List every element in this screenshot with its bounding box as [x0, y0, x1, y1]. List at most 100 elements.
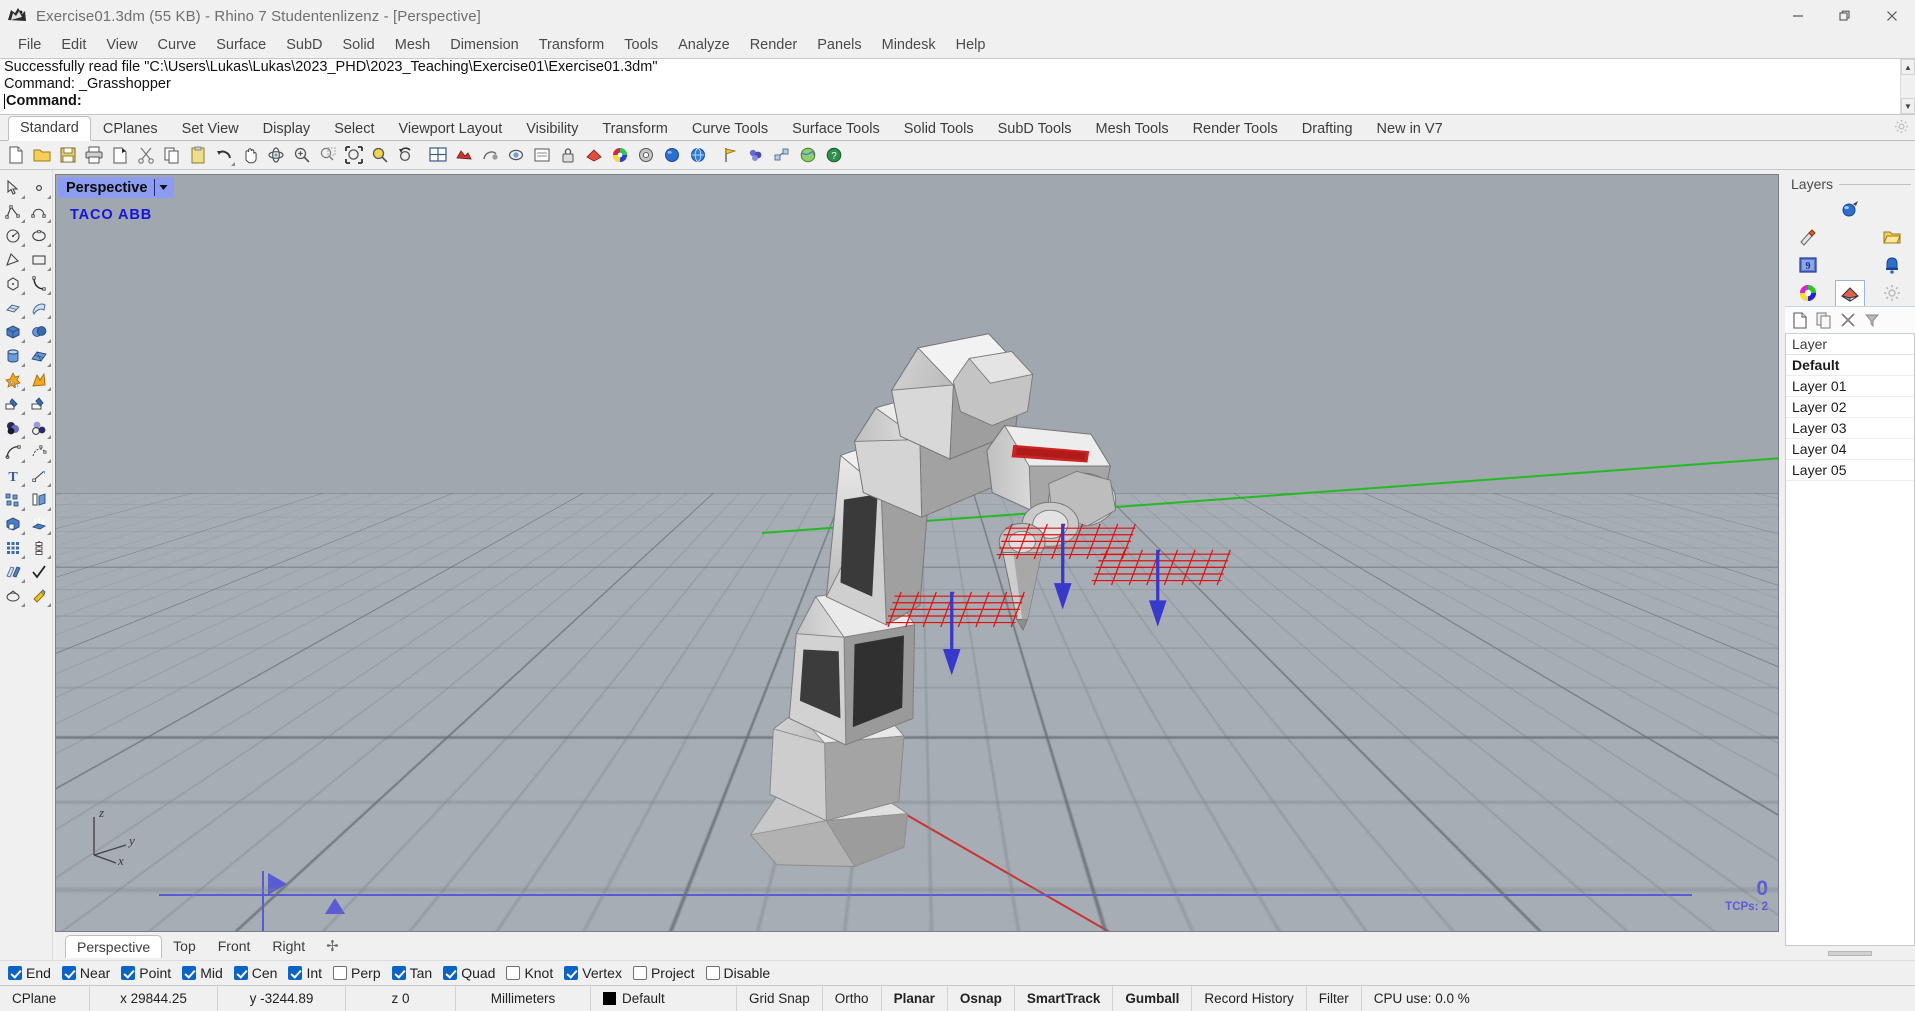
- osnap-int-checkbox[interactable]: [288, 966, 303, 980]
- copy-icon[interactable]: [160, 143, 184, 167]
- filter-layer-icon[interactable]: [1861, 310, 1883, 330]
- menu-panels[interactable]: Panels: [807, 34, 871, 56]
- menu-view[interactable]: View: [96, 34, 147, 56]
- layer-row-05[interactable]: Layer 05: [1786, 460, 1914, 481]
- osnap-point-checkbox[interactable]: [121, 966, 136, 980]
- help-icon[interactable]: ?: [822, 143, 846, 167]
- tab-subd-tools[interactable]: SubD Tools: [986, 117, 1084, 141]
- menu-curve[interactable]: Curve: [148, 34, 207, 56]
- layer-row-02[interactable]: Layer 02: [1786, 397, 1914, 418]
- analyze-icon[interactable]: [0, 584, 26, 608]
- zoom-in-icon[interactable]: [290, 143, 314, 167]
- copy-to-clipboard-icon[interactable]: [108, 143, 132, 167]
- zoom-window-icon[interactable]: [316, 143, 340, 167]
- tab-cplanes[interactable]: CPlanes: [91, 117, 170, 141]
- earth-render-icon[interactable]: [796, 143, 820, 167]
- osnap-vertex-checkbox[interactable]: [564, 966, 579, 980]
- status-toggle-filter[interactable]: Filter: [1307, 986, 1362, 1011]
- curve-blend-icon[interactable]: [26, 272, 52, 296]
- surface-sweep-icon[interactable]: [26, 296, 52, 320]
- tab-surface-tools[interactable]: Surface Tools: [780, 117, 892, 141]
- move-copy-icon[interactable]: [26, 488, 52, 512]
- notification-bell-icon[interactable]: [1877, 252, 1907, 278]
- tab-mesh-tools[interactable]: Mesh Tools: [1084, 117, 1181, 141]
- tab-transform[interactable]: Transform: [590, 117, 680, 141]
- osnap-disable[interactable]: Disable: [705, 965, 770, 981]
- lock-icon[interactable]: [556, 143, 580, 167]
- point-icon[interactable]: [26, 176, 52, 200]
- new-file-icon[interactable]: [4, 143, 28, 167]
- ellipse-icon[interactable]: [26, 224, 52, 248]
- view-tab-right[interactable]: Right: [261, 935, 316, 957]
- menu-edit[interactable]: Edit: [51, 34, 96, 56]
- surface-from-points-icon[interactable]: [0, 296, 26, 320]
- osnap-near-checkbox[interactable]: [61, 966, 76, 980]
- split-icon[interactable]: [26, 392, 52, 416]
- viewport-layout-icon[interactable]: [426, 143, 450, 167]
- array-along-curve-icon[interactable]: [26, 536, 52, 560]
- command-prompt-row[interactable]: Command:: [4, 93, 1915, 110]
- solid-union-icon[interactable]: [0, 512, 26, 536]
- osnap-quad-checkbox[interactable]: [443, 966, 458, 980]
- tab-viewport-layout[interactable]: Viewport Layout: [387, 117, 515, 141]
- curve-edit-icon[interactable]: [0, 440, 26, 464]
- status-current-layer[interactable]: Default: [591, 986, 737, 1011]
- layer-row-04[interactable]: Layer 04: [1786, 439, 1914, 460]
- tab-curve-tools[interactable]: Curve Tools: [680, 117, 780, 141]
- rectangle-icon[interactable]: [26, 248, 52, 272]
- osnap-perp[interactable]: Perp: [333, 965, 381, 981]
- maximize-restore-button[interactable]: [1821, 0, 1868, 32]
- explode-icon[interactable]: [770, 143, 794, 167]
- rotate-view-icon[interactable]: [264, 143, 288, 167]
- trim-icon[interactable]: [0, 392, 26, 416]
- menu-subd[interactable]: SubD: [276, 34, 332, 56]
- properties-icon[interactable]: [530, 143, 554, 167]
- osnap-project-checkbox[interactable]: [632, 966, 647, 980]
- flag-icon[interactable]: [718, 143, 742, 167]
- save-file-icon[interactable]: [56, 143, 80, 167]
- boolean-difference-icon[interactable]: [26, 368, 52, 392]
- tab-standard[interactable]: Standard: [8, 116, 91, 141]
- status-toggle-ortho[interactable]: Ortho: [823, 986, 882, 1011]
- menu-analyze[interactable]: Analyze: [668, 34, 740, 56]
- tab-new-in-v7[interactable]: New in V7: [1365, 117, 1455, 141]
- status-cplane[interactable]: CPlane: [0, 986, 90, 1011]
- menu-transform[interactable]: Transform: [529, 34, 615, 56]
- menu-render[interactable]: Render: [740, 34, 808, 56]
- minimize-button[interactable]: [1774, 0, 1821, 32]
- menu-mindesk[interactable]: Mindesk: [872, 34, 946, 56]
- undo-view-change-icon[interactable]: [394, 143, 418, 167]
- mesh-tools-icon[interactable]: [744, 143, 768, 167]
- osnap-point[interactable]: Point: [121, 965, 171, 981]
- command-scroll-up-button[interactable]: ▲: [1901, 59, 1915, 75]
- close-button[interactable]: [1868, 0, 1915, 32]
- select-arrow-icon[interactable]: [0, 176, 26, 200]
- color-wheel-icon[interactable]: [1793, 280, 1823, 306]
- osnap-tan[interactable]: Tan: [391, 965, 432, 981]
- boolean-spheres-icon[interactable]: [0, 416, 26, 440]
- layer-row-03[interactable]: Layer 03: [1786, 418, 1914, 439]
- polygon-icon[interactable]: [0, 272, 26, 296]
- dimension-icon[interactable]: [26, 464, 52, 488]
- tab-drafting[interactable]: Drafting: [1290, 117, 1365, 141]
- open-folder-icon[interactable]: [1877, 224, 1907, 250]
- osnap-near[interactable]: Near: [61, 965, 110, 981]
- menu-surface[interactable]: Surface: [206, 34, 276, 56]
- layers-icon[interactable]: [1835, 280, 1865, 306]
- duplicate-layer-icon[interactable]: [1813, 310, 1835, 330]
- osnap-mid[interactable]: Mid: [182, 965, 223, 981]
- circle-icon[interactable]: [0, 224, 26, 248]
- view-tab-front[interactable]: Front: [207, 935, 262, 957]
- tab-select[interactable]: Select: [322, 117, 386, 141]
- status-toggle-planar[interactable]: Planar: [882, 986, 948, 1011]
- zoom-selected-icon[interactable]: [368, 143, 392, 167]
- boolean-circles-icon[interactable]: [26, 416, 52, 440]
- render-icon[interactable]: [452, 143, 476, 167]
- named-views-icon[interactable]: [504, 143, 528, 167]
- delete-layer-icon[interactable]: [1837, 310, 1859, 330]
- sphere-icon[interactable]: [660, 143, 684, 167]
- shade-icon[interactable]: [478, 143, 502, 167]
- menu-solid[interactable]: Solid: [333, 34, 385, 56]
- tab-display[interactable]: Display: [251, 117, 323, 141]
- osnap-end[interactable]: End: [8, 965, 51, 981]
